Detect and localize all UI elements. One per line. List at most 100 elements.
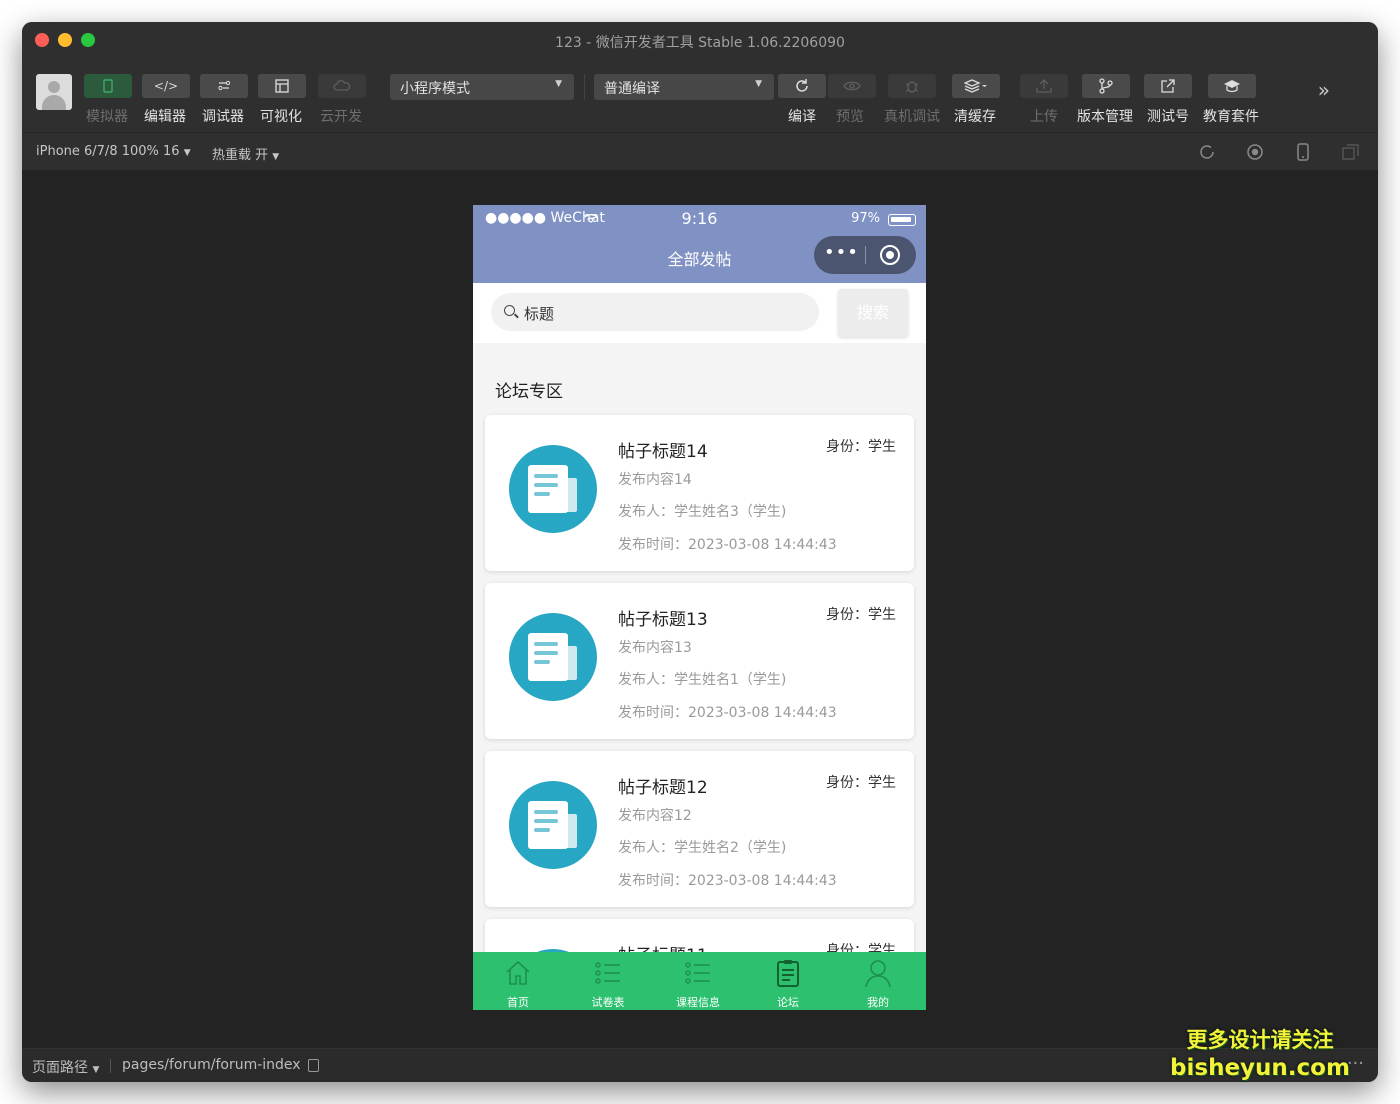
watermark-line-1: 更多设计请关注 bbox=[1186, 1028, 1334, 1052]
education-button[interactable] bbox=[1208, 74, 1256, 98]
document-icon bbox=[509, 781, 597, 869]
bug-icon bbox=[905, 81, 919, 93]
search-placeholder: 标题 bbox=[524, 305, 555, 323]
window-title: 123 - 微信开发者工具 Stable 1.06.2206090 bbox=[555, 35, 845, 51]
post-card[interactable]: 帖子标题13 身份：学生 发布内容13 发布人：学生姓名1（学生) 发布时间：2… bbox=[485, 583, 914, 739]
tab-label: 课程信息 bbox=[676, 996, 720, 1009]
tab-label: 试卷表 bbox=[591, 996, 625, 1009]
phone-nav-bar: 全部发帖 ••• bbox=[473, 233, 926, 283]
post-content: 发布内容14 bbox=[618, 472, 692, 488]
post-time: 发布时间：2023-03-08 14:44:43 bbox=[618, 537, 837, 553]
debugger-button[interactable] bbox=[200, 74, 248, 98]
clear-cache-label: 清缓存 bbox=[954, 109, 996, 125]
mode-select[interactable]: 小程序模式 ▼ bbox=[390, 74, 574, 100]
device-select[interactable]: iPhone 6/7/8 100% 16 ▼ bbox=[36, 144, 191, 159]
visual-button[interactable] bbox=[258, 74, 306, 98]
page-path-label: 页面路径 bbox=[32, 1060, 88, 1076]
simulator-canvas: ●●●●● WeChat 9:16 97% 全部发帖 ••• 标题 搜索 论坛专… bbox=[22, 170, 1378, 1048]
debugger-label: 调试器 bbox=[202, 109, 244, 125]
tab-forum[interactable]: 论坛 bbox=[743, 952, 833, 1010]
remote-debug-label: 真机调试 bbox=[884, 109, 940, 125]
close-miniprogram-icon[interactable] bbox=[880, 245, 900, 265]
tab-label: 首页 bbox=[507, 996, 529, 1009]
document-icon bbox=[509, 613, 597, 701]
tab-home[interactable]: 首页 bbox=[473, 952, 563, 1010]
graduation-cap-icon bbox=[1224, 80, 1240, 93]
cloud-icon bbox=[333, 80, 351, 91]
post-author: 发布人：学生姓名3（学生) bbox=[618, 504, 787, 520]
preview-button[interactable] bbox=[828, 74, 876, 98]
upload-button[interactable] bbox=[1020, 74, 1068, 98]
post-card[interactable]: 帖子标题14 身份：学生 发布内容14 发布人：学生姓名3（学生) 发布时间：2… bbox=[485, 415, 914, 571]
phone-frame-icon[interactable] bbox=[1294, 143, 1312, 161]
phone-icon bbox=[103, 79, 113, 93]
tab-course-info[interactable]: 课程信息 bbox=[653, 952, 743, 1010]
visual-label: 可视化 bbox=[260, 109, 302, 125]
post-content: 发布内容12 bbox=[618, 808, 692, 824]
title-bar: 123 - 微信开发者工具 Stable 1.06.2206090 bbox=[22, 22, 1378, 60]
compile-select-value: 普通编译 bbox=[604, 81, 660, 97]
test-account-button[interactable] bbox=[1144, 74, 1192, 98]
detach-window-icon[interactable] bbox=[1342, 143, 1360, 161]
battery-icon bbox=[888, 214, 916, 226]
cloud-label: 云开发 bbox=[320, 109, 362, 125]
editor-button[interactable]: </> bbox=[142, 74, 190, 98]
cloud-button[interactable] bbox=[318, 74, 366, 98]
tab-label: 我的 bbox=[867, 996, 889, 1009]
simulator-button[interactable] bbox=[84, 74, 132, 98]
editor-label: 编辑器 bbox=[144, 109, 186, 125]
search-bar: 标题 搜索 bbox=[473, 283, 926, 343]
debug-icon bbox=[218, 80, 231, 91]
page-path-select[interactable]: 页面路径 ▼ bbox=[32, 1057, 99, 1077]
list-icon bbox=[595, 962, 620, 984]
battery-percent: 97% bbox=[851, 211, 880, 226]
version-label: 版本管理 bbox=[1077, 109, 1133, 125]
watermark-logo: 更多设计请关注 bisheyun.com bbox=[1170, 1026, 1350, 1082]
clipboard-icon bbox=[777, 960, 799, 987]
compile-select[interactable]: 普通编译 ▼ bbox=[594, 74, 774, 100]
device-select-value: iPhone 6/7/8 100% 16 bbox=[36, 144, 180, 159]
post-author: 发布人：学生姓名2（学生) bbox=[618, 840, 787, 856]
post-card[interactable]: 帖子标题12 身份：学生 发布内容12 发布人：学生姓名2（学生) 发布时间：2… bbox=[485, 751, 914, 907]
code-icon: </> bbox=[153, 79, 179, 93]
home-icon bbox=[506, 960, 530, 985]
preview-label: 预览 bbox=[836, 109, 864, 125]
remote-debug-button[interactable] bbox=[888, 74, 936, 98]
version-button[interactable] bbox=[1082, 74, 1130, 98]
copy-icon[interactable] bbox=[308, 1059, 319, 1072]
simulator-label: 模拟器 bbox=[86, 109, 128, 125]
clear-cache-button[interactable] bbox=[952, 74, 1000, 98]
search-input[interactable]: 标题 bbox=[491, 293, 819, 331]
more-dots-icon[interactable]: ••• bbox=[824, 242, 859, 263]
tab-exam-papers[interactable]: 试卷表 bbox=[563, 952, 653, 1010]
post-role: 身份：学生 bbox=[826, 439, 896, 455]
more-icon[interactable]: » bbox=[1318, 78, 1330, 102]
upload-icon bbox=[1036, 79, 1052, 93]
post-time: 发布时间：2023-03-08 14:44:43 bbox=[618, 705, 837, 721]
phone-screen: ●●●●● WeChat 9:16 97% 全部发帖 ••• 标题 搜索 论坛专… bbox=[473, 205, 926, 1010]
simulator-subbar: iPhone 6/7/8 100% 16 ▼ 热重载 开 ▼ bbox=[22, 132, 1378, 170]
record-icon[interactable] bbox=[1246, 143, 1264, 161]
caret-down-icon: ▼ bbox=[555, 79, 562, 89]
toolbar-divider bbox=[584, 74, 585, 100]
eye-icon bbox=[843, 81, 861, 91]
caret-down-icon: ▼ bbox=[755, 79, 762, 89]
tab-bar: 首页 试卷表 课程信息 论坛 我的 bbox=[473, 952, 926, 1010]
upload-label: 上传 bbox=[1030, 109, 1058, 125]
user-avatar[interactable] bbox=[36, 74, 72, 110]
layout-icon bbox=[275, 79, 289, 93]
search-button[interactable]: 搜索 bbox=[838, 289, 908, 337]
rotate-icon[interactable] bbox=[1198, 143, 1216, 161]
search-icon bbox=[504, 305, 515, 316]
compile-button[interactable] bbox=[778, 74, 826, 98]
list-icon bbox=[685, 962, 710, 984]
branch-icon bbox=[1099, 78, 1113, 94]
tab-mine[interactable]: 我的 bbox=[833, 952, 923, 1010]
section-title: 论坛专区 bbox=[495, 382, 563, 402]
external-link-icon bbox=[1161, 79, 1175, 93]
refresh-icon bbox=[796, 79, 808, 92]
layers-icon bbox=[964, 79, 987, 93]
education-label: 教育套件 bbox=[1203, 109, 1259, 125]
mode-select-value: 小程序模式 bbox=[400, 81, 470, 97]
hot-reload-select[interactable]: 热重载 开 ▼ bbox=[212, 144, 279, 163]
